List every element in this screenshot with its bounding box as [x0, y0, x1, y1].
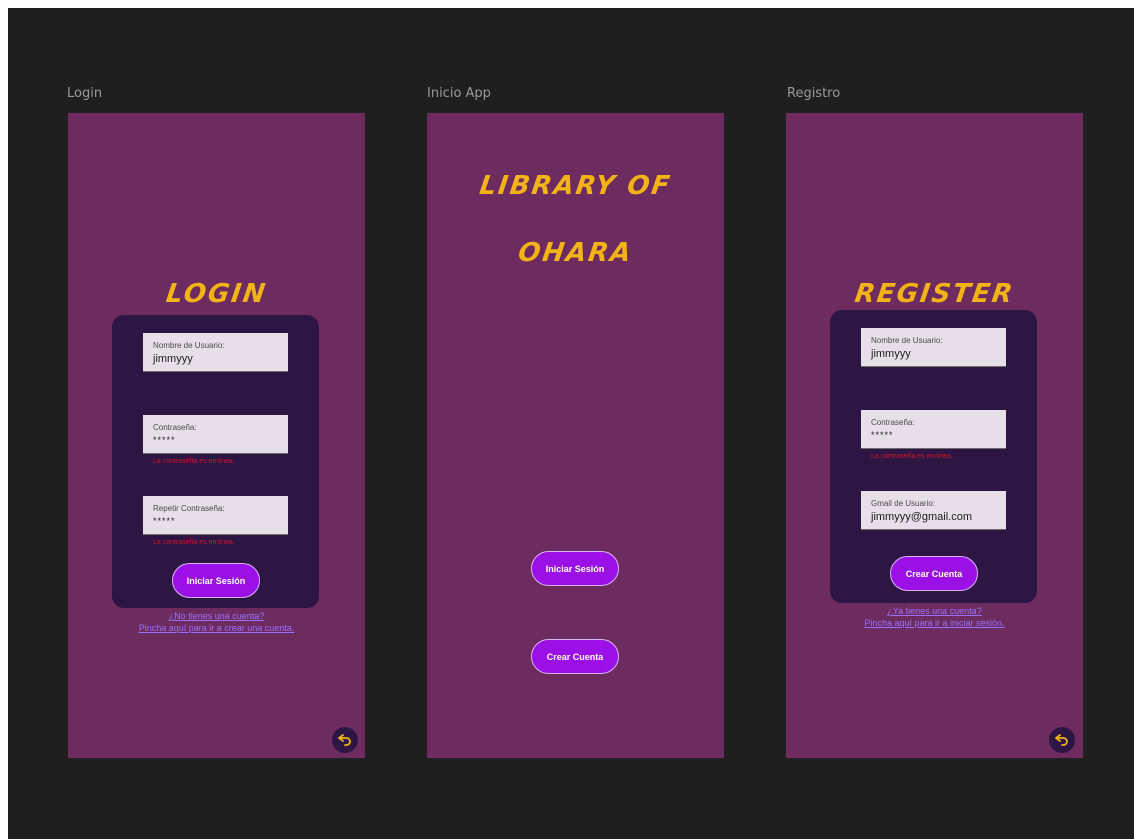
- create-account-button[interactable]: Crear Cuenta: [890, 556, 978, 591]
- signup-link-line2[interactable]: Pincha aquí para ir a crear una cuenta.: [68, 623, 365, 634]
- frame-registro: REGISTER Nombre de Usuario: jimmyyy Cont…: [786, 113, 1083, 758]
- design-canvas: Login LOGIN Nombre de Usuario: jimmyyy C…: [8, 8, 1134, 839]
- username-field[interactable]: Nombre de Usuario: jimmyyy: [143, 333, 288, 372]
- register-form-panel: Nombre de Usuario: jimmyyy Contraseña: *…: [830, 310, 1037, 603]
- reg-password-value: *****: [871, 430, 894, 440]
- reg-password-field[interactable]: Contraseña: *****: [861, 410, 1006, 449]
- repeat-password-error: La contraseña es errónea.: [153, 539, 235, 546]
- reg-back-button[interactable]: [1049, 727, 1075, 753]
- back-button[interactable]: [332, 727, 358, 753]
- frame-label-login: Login: [67, 86, 103, 101]
- password-field[interactable]: Contraseña: *****: [143, 415, 288, 454]
- frame-label-registro: Registro: [787, 86, 841, 101]
- repeat-password-label: Repetir Contraseña:: [153, 504, 225, 513]
- password-label: Contraseña:: [153, 423, 197, 432]
- login-title: LOGIN: [164, 279, 269, 309]
- frame-inicio: LIBRARY OF OHARA Iniciar Sesión Crear Cu…: [427, 113, 724, 758]
- username-label: Nombre de Usuario:: [153, 341, 225, 350]
- login-link-line1[interactable]: ¿Ya tienes una cuenta?: [786, 606, 1083, 617]
- start-create-account-button[interactable]: Crear Cuenta: [531, 639, 619, 674]
- reg-password-label: Contraseña:: [871, 418, 915, 427]
- reg-password-error: La contraseña es errónea.: [871, 453, 953, 460]
- frame-label-inicio: Inicio App: [427, 86, 491, 101]
- login-form-panel: Nombre de Usuario: jimmyyy Contraseña: *…: [112, 315, 319, 608]
- login-button[interactable]: Iniciar Sesión: [172, 563, 260, 598]
- frame-login: LOGIN Nombre de Usuario: jimmyyy Contras…: [68, 113, 365, 758]
- undo-arrow-icon: [338, 734, 351, 746]
- email-value: jimmyyy@gmail.com: [871, 511, 973, 523]
- undo-arrow-icon: [1055, 734, 1068, 746]
- password-error: La contraseña es errónea.: [153, 458, 235, 465]
- email-field[interactable]: Gmail de Usuario: jimmyyy@gmail.com: [861, 491, 1006, 530]
- email-label: Gmail de Usuario:: [871, 499, 936, 508]
- username-value: jimmyyy: [153, 353, 193, 365]
- start-login-button[interactable]: Iniciar Sesión: [531, 551, 619, 586]
- repeat-password-value: *****: [153, 516, 176, 526]
- app-title-line2: OHARA: [516, 238, 635, 268]
- reg-username-field[interactable]: Nombre de Usuario: jimmyyy: [861, 328, 1006, 367]
- signup-link-line1[interactable]: ¿No tienes una cuenta?: [68, 611, 365, 622]
- reg-username-value: jimmyyy: [871, 348, 911, 360]
- login-link-line2[interactable]: Pincha aquí para ir a iniciar sesión.: [786, 618, 1083, 629]
- register-title: REGISTER: [852, 279, 1017, 309]
- repeat-password-field[interactable]: Repetir Contraseña: *****: [143, 496, 288, 535]
- reg-username-label: Nombre de Usuario:: [871, 336, 943, 345]
- app-title-line1: LIBRARY OF: [477, 171, 674, 201]
- password-value: *****: [153, 435, 176, 445]
